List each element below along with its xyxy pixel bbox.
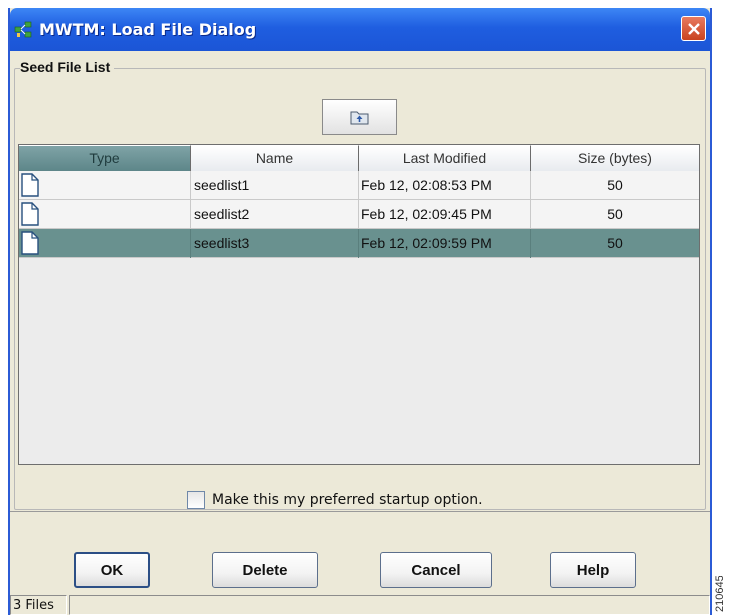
column-header-size[interactable]: Size (bytes) — [531, 145, 699, 171]
figure-id-label: 210645 — [713, 576, 727, 612]
name-cell: seedlist2 — [191, 200, 359, 229]
size-cell: 50 — [607, 235, 623, 251]
status-bar: 3 Files — [10, 595, 710, 615]
delete-button[interactable]: Delete — [212, 552, 318, 588]
type-cell — [19, 229, 191, 258]
table-row[interactable]: seedlist1 Feb 12, 02:08:53 PM 50 — [19, 171, 699, 200]
size-cell: 50 — [607, 206, 623, 222]
figure-id-text: 210645 — [714, 576, 726, 612]
file-icon — [21, 202, 39, 226]
window-title: MWTM: Load File Dialog — [39, 20, 257, 39]
folder-up-icon — [350, 111, 369, 125]
help-button[interactable]: Help — [550, 552, 636, 588]
file-icon — [21, 231, 39, 255]
column-header-last-modified[interactable]: Last Modified — [359, 145, 531, 171]
table-row[interactable]: seedlist2 Feb 12, 02:09:45 PM 50 — [19, 200, 699, 229]
type-cell — [19, 200, 191, 229]
name-cell: seedlist1 — [191, 171, 359, 200]
size-cell: 50 — [607, 177, 623, 193]
preferred-startup-option[interactable]: Make this my preferred startup option. — [187, 489, 483, 511]
type-cell — [19, 171, 191, 200]
table-body: seedlist1 Feb 12, 02:08:53 PM 50 seedlis… — [19, 171, 699, 258]
title-bar[interactable]: MWTM: Load File Dialog — [10, 8, 710, 51]
name-cell: seedlist3 — [191, 229, 359, 258]
column-header-type[interactable]: Type — [19, 145, 191, 171]
preferred-startup-label: Make this my preferred startup option. — [212, 492, 483, 508]
load-file-dialog: MWTM: Load File Dialog Seed File List Ty… — [8, 8, 712, 615]
status-message — [69, 595, 710, 615]
group-title: Seed File List — [20, 59, 115, 75]
modified-cell: Feb 12, 02:09:45 PM — [359, 200, 531, 229]
table-header: Type Name Last Modified Size (bytes) — [19, 145, 699, 171]
parent-folder-button[interactable] — [322, 99, 397, 135]
dialog-content: Seed File List Type Name Last Modified S… — [10, 51, 710, 512]
modified-cell: Feb 12, 02:09:59 PM — [359, 229, 531, 258]
close-button[interactable] — [681, 16, 706, 41]
button-bar: OK Delete Cancel Help — [10, 513, 710, 595]
close-icon — [688, 23, 700, 35]
column-header-name[interactable]: Name — [191, 145, 359, 171]
preferred-startup-checkbox[interactable] — [187, 491, 205, 509]
table-row-selected[interactable]: seedlist3 Feb 12, 02:09:59 PM 50 — [19, 229, 699, 258]
file-table: Type Name Last Modified Size (bytes) see… — [18, 144, 700, 465]
file-icon — [21, 173, 39, 197]
mwtm-app-icon — [14, 21, 32, 38]
ok-button[interactable]: OK — [74, 552, 150, 588]
file-count-status: 3 Files — [10, 595, 67, 615]
cancel-button[interactable]: Cancel — [380, 552, 492, 588]
modified-cell: Feb 12, 02:08:53 PM — [359, 171, 531, 200]
